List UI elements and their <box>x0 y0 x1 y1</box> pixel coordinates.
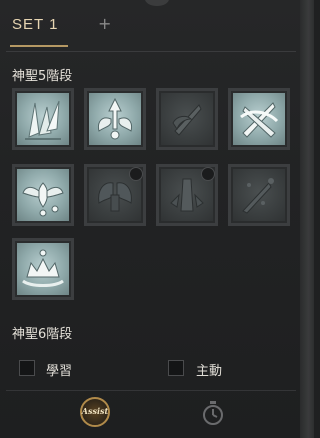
celestial-crown-icon <box>22 249 64 287</box>
active-checkbox[interactable] <box>168 360 184 376</box>
crossed-swords-ribbon-icon <box>240 102 279 138</box>
section-title-stage-5: 神聖5階段 <box>12 69 73 84</box>
active-tab-indicator <box>10 45 68 47</box>
preset-tab-bar: SET 1 + <box>0 0 300 52</box>
assist-label: Assist <box>81 406 109 416</box>
skill-slot-6[interactable] <box>84 164 146 226</box>
skill-slot-2[interactable] <box>84 88 146 150</box>
footer-divider <box>6 390 296 391</box>
skill-slot-9[interactable] <box>12 238 74 300</box>
learn-checkbox[interactable] <box>19 360 35 376</box>
skill-slot-7[interactable] <box>156 164 218 226</box>
crossed-daggers-icon <box>172 104 202 136</box>
skill-slot-5[interactable] <box>12 164 74 226</box>
assist-button[interactable]: Assist <box>80 397 110 427</box>
tab-set-1[interactable]: SET 1 <box>12 16 58 33</box>
active-checkbox-label: 主動 <box>196 364 223 379</box>
panel-scroll-edge <box>300 0 314 438</box>
add-set-button[interactable]: + <box>98 14 111 33</box>
section-title-stage-6: 神聖6階段 <box>12 327 73 342</box>
skill-slot-8[interactable] <box>228 164 290 226</box>
scattered-blades-icon <box>242 178 274 214</box>
stopwatch-icon[interactable] <box>201 400 225 426</box>
skill-slot-4[interactable] <box>228 88 290 150</box>
learn-checkbox-label: 學習 <box>46 364 73 379</box>
locked-indicator-icon <box>129 167 143 181</box>
winged-arrow-emblem-icon <box>98 97 132 140</box>
crystal-shards-icon <box>25 100 61 140</box>
skill-slot-3[interactable] <box>156 88 218 150</box>
locked-indicator-icon <box>201 167 215 181</box>
tab-divider <box>6 51 296 52</box>
skill-slot-1[interactable] <box>12 88 74 150</box>
winged-eye-emblem-icon <box>22 182 64 217</box>
